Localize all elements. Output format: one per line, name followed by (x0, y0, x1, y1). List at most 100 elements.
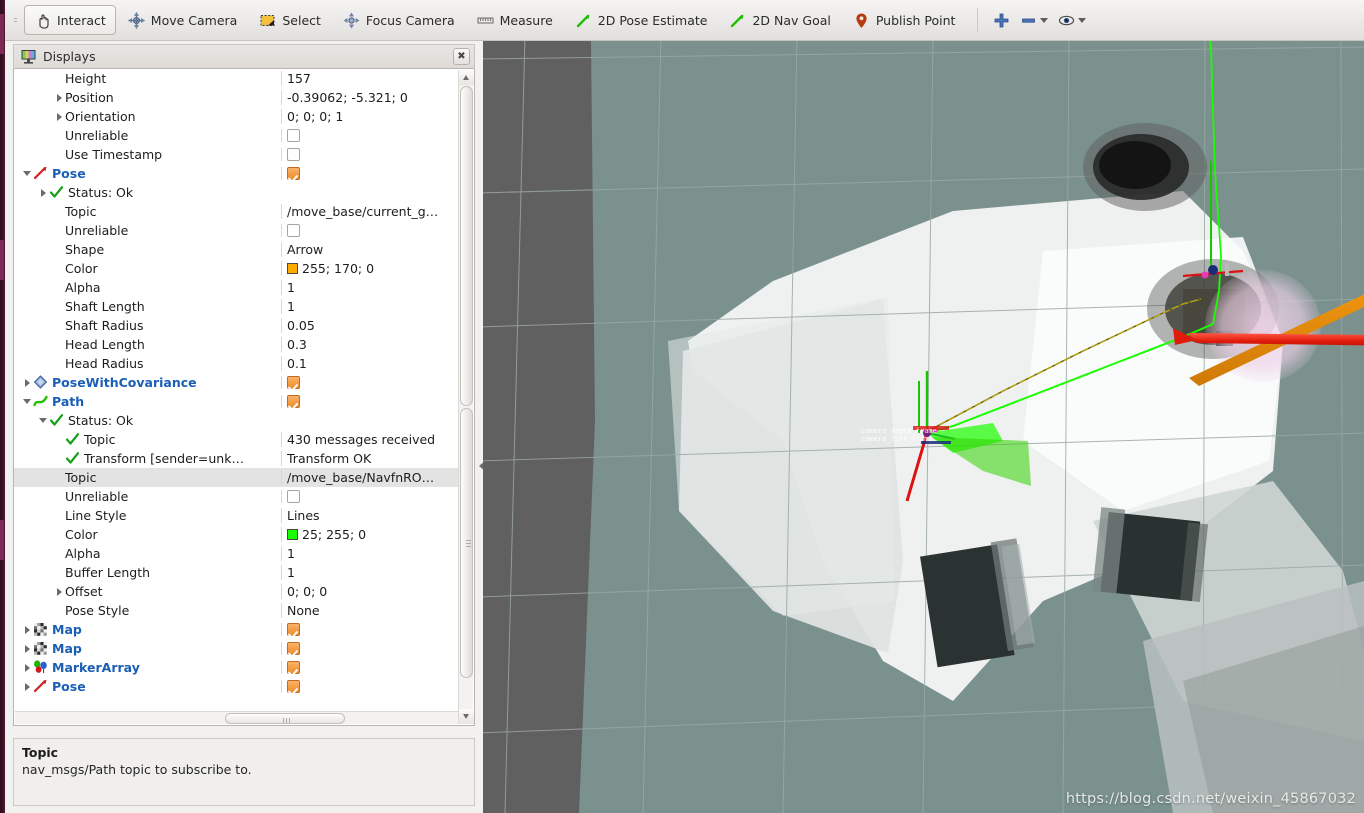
display-enabled-checkbox[interactable] (287, 223, 300, 237)
tree-row[interactable]: Head Radius 0.1 (14, 354, 459, 373)
tree-row-value-cell[interactable] (281, 223, 459, 237)
tree-row-value-cell[interactable]: None (281, 602, 459, 618)
chevron-right-icon[interactable] (22, 643, 33, 654)
horizontal-scroll-thumb[interactable] (225, 713, 345, 724)
vertical-scroll-thumb[interactable] (460, 408, 473, 678)
chevron-down-icon[interactable] (1078, 17, 1087, 23)
tree-horizontal-scrollbar[interactable] (15, 711, 458, 724)
tree-row[interactable]: PoseWithCovariance (14, 373, 459, 392)
tree-row-value-cell[interactable]: 0; 0; 0 (281, 583, 459, 599)
tree-row-value-cell[interactable]: -0.39062; -5.321; 0 (281, 89, 459, 105)
tree-row[interactable]: Alpha 1 (14, 278, 459, 297)
tool-button-focus-camera[interactable]: Focus Camera (333, 5, 465, 35)
chevron-right-icon[interactable] (22, 681, 33, 692)
tree-row-value-cell[interactable]: Arrow (281, 241, 459, 257)
chevron-down-icon[interactable] (22, 168, 33, 179)
visibility-button[interactable] (1053, 5, 1091, 35)
tree-row[interactable]: Status: Ok (14, 411, 459, 430)
tree-row-value-cell[interactable]: 0.3 (281, 336, 459, 352)
tree-row[interactable]: Topic/move_base/NavfnRO… (14, 468, 459, 487)
tree-row[interactable]: Orientation 0; 0; 0; 1 (14, 107, 459, 126)
tree-row[interactable]: Color 25; 255; 0 (14, 525, 459, 544)
color-swatch[interactable] (287, 528, 298, 540)
tree-row[interactable]: Use Timestamp (14, 145, 459, 164)
display-enabled-checkbox[interactable] (287, 147, 300, 161)
tree-row[interactable]: Shaft Length 1 (14, 297, 459, 316)
chevron-right-icon[interactable] (22, 662, 33, 673)
display-enabled-checkbox[interactable] (287, 128, 300, 142)
display-enabled-checkbox[interactable] (287, 394, 300, 408)
tree-row-value-cell[interactable] (281, 147, 459, 161)
chevron-down-icon[interactable] (38, 415, 49, 426)
tree-row[interactable]: Shaft Radius 0.05 (14, 316, 459, 335)
add-tool-button[interactable] (988, 5, 1015, 35)
tree-row[interactable]: Status: Ok (14, 183, 459, 202)
chevron-right-icon[interactable] (54, 111, 65, 122)
tree-row-value-cell[interactable]: 1 (281, 564, 459, 580)
tree-row-value-cell[interactable]: Transform OK (281, 450, 459, 466)
tool-button-2d-pose-estimate[interactable]: 2D Pose Estimate (565, 5, 718, 35)
chevron-right-icon[interactable] (22, 377, 33, 388)
tool-button-move-camera[interactable]: Move Camera (118, 5, 248, 35)
vertical-scroll-thumb-upper[interactable] (460, 86, 473, 406)
tree-row-value-cell[interactable]: 157 (281, 70, 459, 86)
close-icon[interactable]: ✖ (453, 48, 470, 65)
tree-row-value-cell[interactable] (281, 641, 459, 655)
chevron-right-icon[interactable] (22, 624, 33, 635)
tool-button-interact[interactable]: Interact (24, 5, 116, 35)
tree-row-value-cell[interactable]: /move_base/NavfnRO… (281, 469, 459, 485)
tool-button-2d-nav-goal[interactable]: 2D Nav Goal (719, 5, 840, 35)
tree-row-value-cell[interactable] (281, 128, 459, 142)
display-enabled-checkbox[interactable] (287, 679, 300, 693)
chevron-right-icon[interactable] (54, 586, 65, 597)
tree-row[interactable]: Alpha 1 (14, 544, 459, 563)
tree-row[interactable]: Pose (14, 677, 459, 696)
tree-row-value-cell[interactable]: 1 (281, 298, 459, 314)
tree-row[interactable]: Height 157 (14, 69, 459, 88)
tree-row-value-cell[interactable]: /move_base/current_g… (281, 203, 459, 219)
chevron-right-icon[interactable] (38, 187, 49, 198)
tree-row[interactable]: MarkerArray (14, 658, 459, 677)
tree-vertical-scrollbar[interactable] (458, 70, 474, 724)
chevron-down-icon[interactable] (1040, 17, 1049, 23)
tree-row-value-cell[interactable] (281, 679, 459, 693)
tree-row[interactable]: Topic 430 messages received (14, 430, 459, 449)
tree-row-value-cell[interactable]: 430 messages received (281, 431, 459, 447)
scroll-down-arrow-icon[interactable] (459, 709, 474, 724)
tree-row[interactable]: Map (14, 620, 459, 639)
tree-row[interactable]: Unreliable (14, 221, 459, 240)
tree-row[interactable]: Shape Arrow (14, 240, 459, 259)
tree-row[interactable]: Line Style Lines (14, 506, 459, 525)
tree-row[interactable]: Pose Style None (14, 601, 459, 620)
tree-row[interactable]: Topic/move_base/current_g… (14, 202, 459, 221)
tree-row-value-cell[interactable] (281, 394, 459, 408)
tree-row-value-cell[interactable]: 0.05 (281, 317, 459, 333)
tree-row[interactable]: Offset 0; 0; 0 (14, 582, 459, 601)
tree-row[interactable]: Transform [sender=unk… Transform OK (14, 449, 459, 468)
display-enabled-checkbox[interactable] (287, 660, 300, 674)
chevron-down-icon[interactable] (22, 396, 33, 407)
chevron-right-icon[interactable] (54, 92, 65, 103)
tree-row[interactable]: Pose (14, 164, 459, 183)
display-enabled-checkbox[interactable] (287, 489, 300, 503)
displays-property-tree[interactable]: Height 157 Position -0.39062; -5.321; 0 Orie… (13, 68, 475, 726)
tree-row-value-cell[interactable] (281, 622, 459, 636)
tree-row[interactable]: Position -0.39062; -5.321; 0 (14, 88, 459, 107)
tree-row-value-cell[interactable] (281, 489, 459, 503)
remove-tool-button[interactable] (1015, 5, 1053, 35)
tool-button-publish-point[interactable]: Publish Point (843, 5, 966, 35)
tree-row-value-cell[interactable]: 25; 255; 0 (281, 526, 459, 542)
tree-row[interactable]: Unreliable (14, 126, 459, 145)
tree-row-value-cell[interactable] (281, 375, 459, 389)
toolbar-drag-grip[interactable] (11, 9, 20, 31)
tree-row-value-cell[interactable]: 0.1 (281, 355, 459, 371)
tree-row-value-cell[interactable]: 0; 0; 0; 1 (281, 108, 459, 124)
tree-row-value-cell[interactable]: 1 (281, 545, 459, 561)
display-enabled-checkbox[interactable] (287, 622, 300, 636)
tree-row-value-cell[interactable]: 255; 170; 0 (281, 260, 459, 276)
tree-row-value-cell[interactable]: 1 (281, 279, 459, 295)
tree-row[interactable]: Path (14, 392, 459, 411)
tree-row[interactable]: Color 255; 170; 0 (14, 259, 459, 278)
render-viewport-3d[interactable]: camera_depth_frame camera_link_frame http… (483, 41, 1364, 813)
display-enabled-checkbox[interactable] (287, 641, 300, 655)
